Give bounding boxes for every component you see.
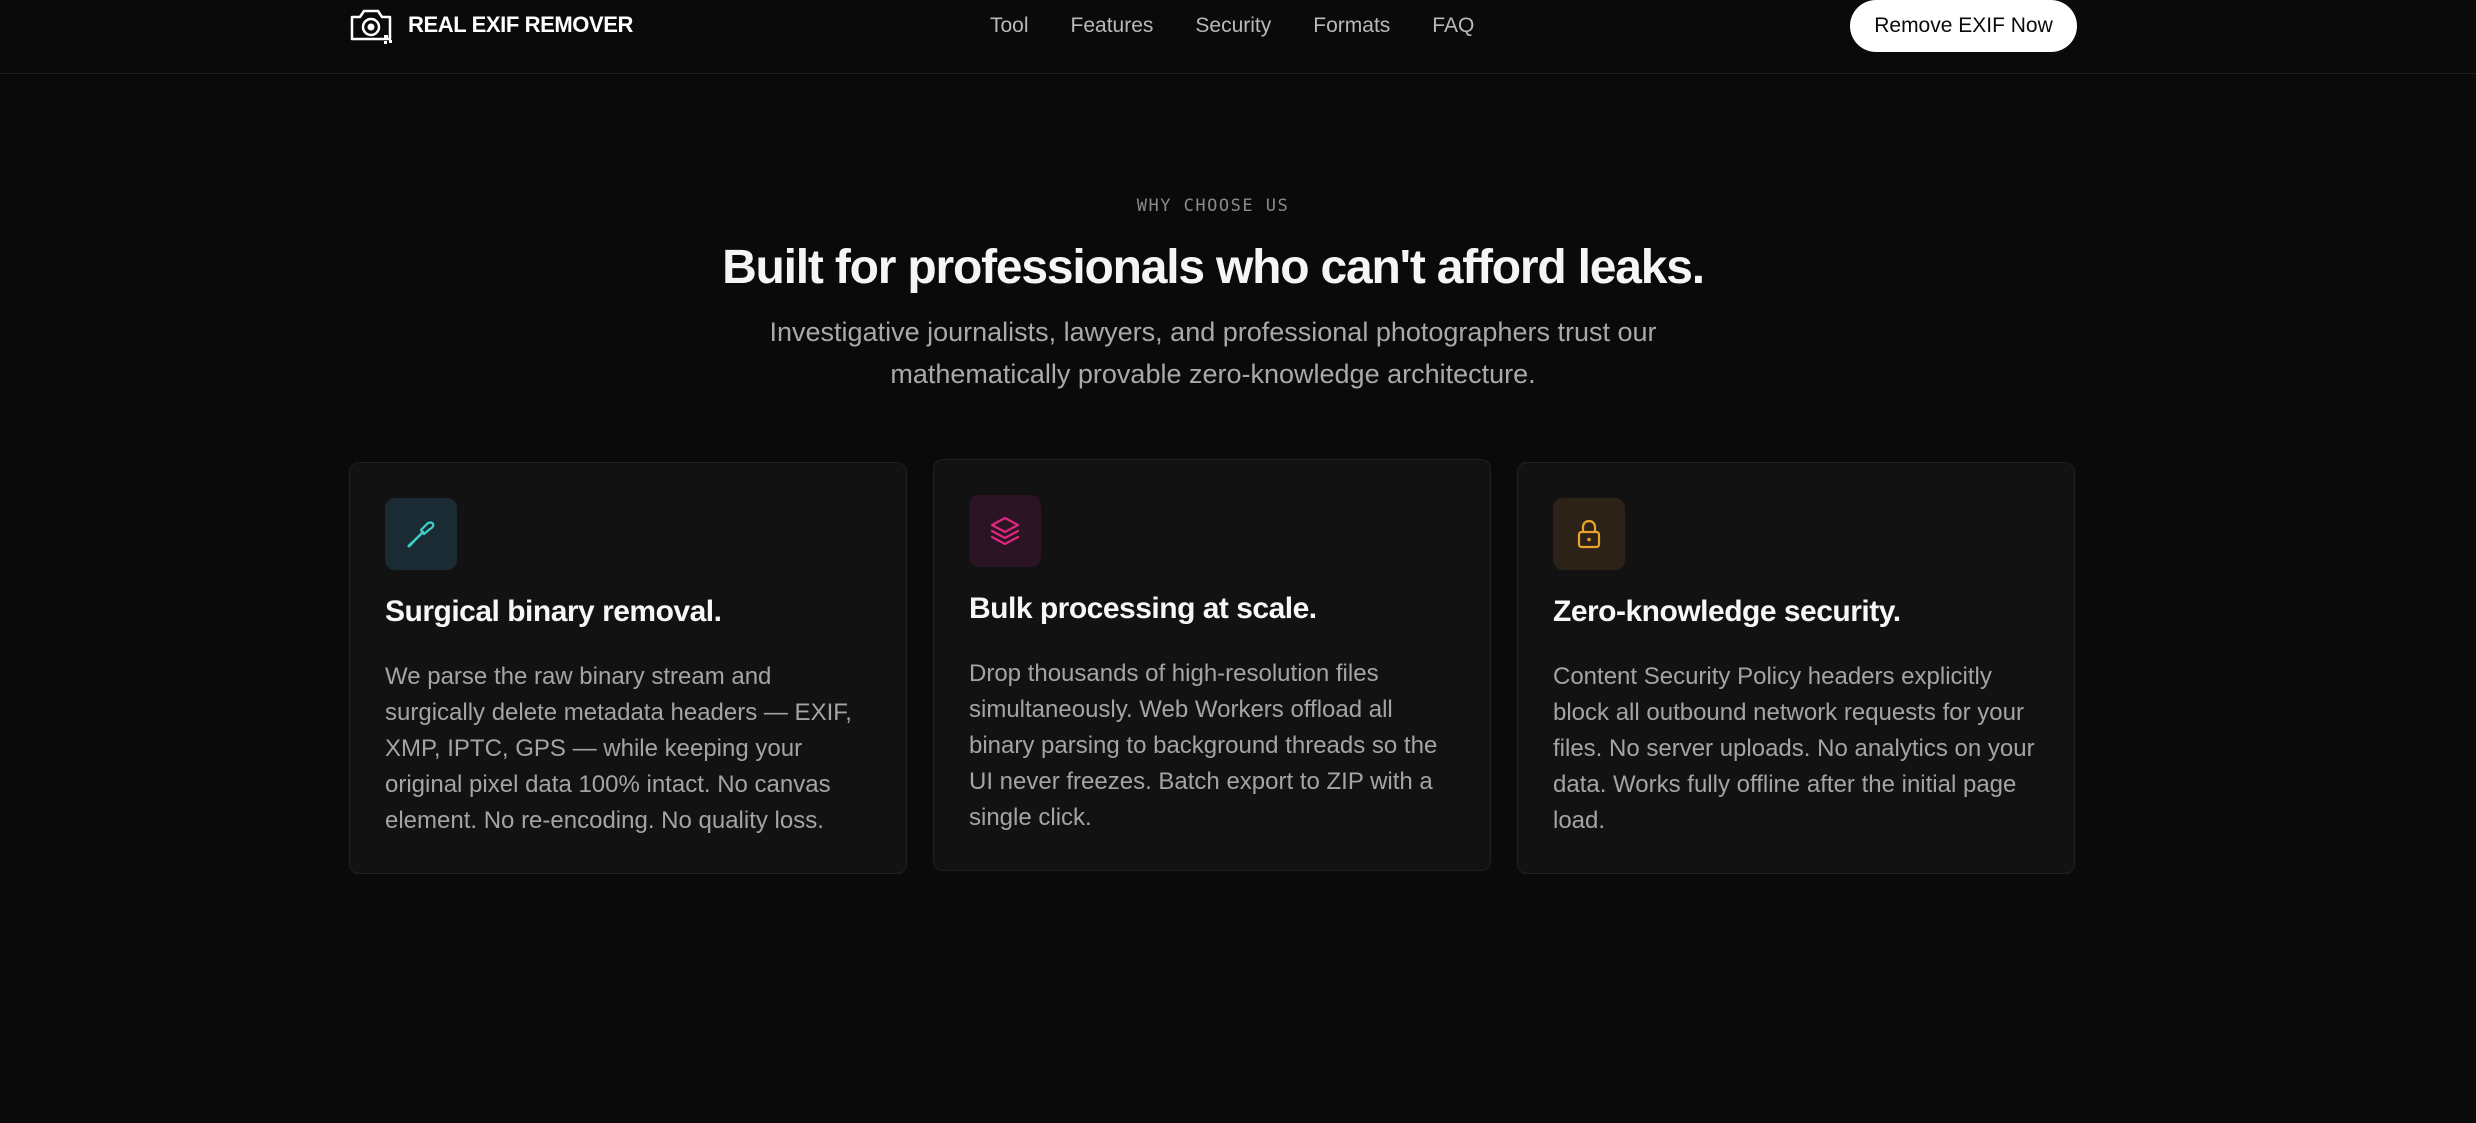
- main-nav: Tool Features Security Formats FAQ: [990, 0, 1474, 52]
- feature-icon-tile: [1553, 498, 1625, 570]
- lock-icon: [1577, 519, 1601, 549]
- feature-title: Bulk processing at scale.: [969, 592, 1317, 625]
- why-choose-us-section: WHY CHOOSE US Built for professionals wh…: [0, 196, 2426, 395]
- feature-icon-tile: [969, 495, 1041, 567]
- camera-icon: [350, 9, 392, 44]
- nav-link-tool[interactable]: Tool: [990, 14, 1029, 38]
- feature-title: Zero-knowledge security.: [1553, 595, 1901, 628]
- feature-card-bulk-processing: Bulk processing at scale. Drop thousands…: [933, 459, 1491, 871]
- feature-description: We parse the raw binary stream and surgi…: [385, 663, 852, 834]
- feature-card-zero-knowledge: Zero-knowledge security. Content Securit…: [1517, 462, 2075, 874]
- layers-icon: [990, 516, 1020, 546]
- feature-card-surgical-removal: Surgical binary removal. We parse the ra…: [349, 462, 907, 874]
- feature-title: Surgical binary removal.: [385, 595, 722, 628]
- feature-description: Content Security Policy headers explicit…: [1553, 663, 2035, 834]
- nav-link-security[interactable]: Security: [1195, 14, 1271, 38]
- nav-link-features[interactable]: Features: [1071, 14, 1154, 38]
- section-eyebrow: WHY CHOOSE US: [1136, 196, 1290, 216]
- section-title: Built for professionals who can't afford…: [722, 241, 1705, 294]
- brand-logo-link[interactable]: REAL EXIF REMOVER: [348, 5, 633, 45]
- brand-name: REAL EXIF REMOVER: [408, 12, 634, 37]
- section-subtitle: Investigative journalists, lawyers, and …: [769, 316, 1657, 389]
- scalpel-icon: [407, 521, 435, 548]
- nav-link-formats[interactable]: Formats: [1313, 14, 1390, 38]
- nav-link-faq[interactable]: FAQ: [1432, 14, 1474, 38]
- remove-exif-now-button[interactable]: Remove EXIF Now: [1850, 0, 2077, 52]
- top-navigation-bar: REAL EXIF REMOVER Tool Features Security…: [0, 0, 2476, 74]
- feature-icon-tile: [385, 498, 457, 570]
- feature-description: Drop thousands of high-resolution files …: [969, 660, 1438, 831]
